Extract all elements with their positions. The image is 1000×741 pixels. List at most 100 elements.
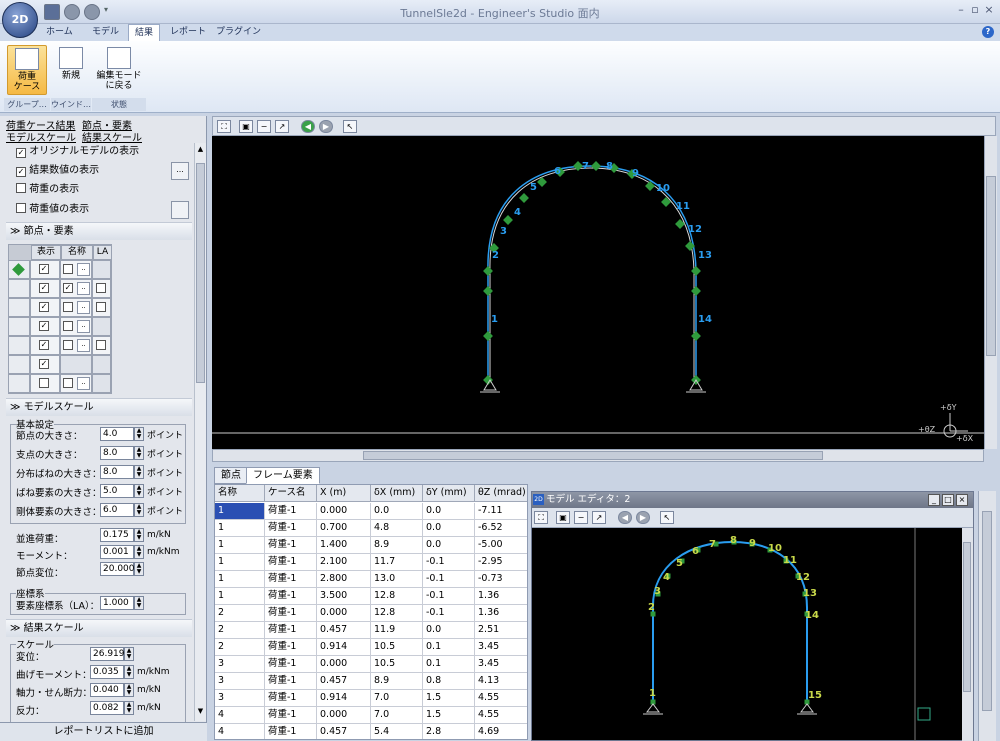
grid-cell[interactable]: 荷重-1 — [265, 622, 317, 639]
name-settings-button[interactable]: .. — [77, 320, 90, 333]
display-checkbox[interactable]: ✓ — [39, 359, 49, 369]
display-checkbox[interactable]: ✓ — [39, 302, 49, 312]
option-result-values[interactable]: ✓ 結果数値の表示 — [16, 162, 99, 180]
reaction-input[interactable]: 0.082 — [90, 701, 124, 715]
grid-cell[interactable]: 2 — [215, 622, 265, 639]
conc-load-spinner[interactable]: ▲ ▼ — [134, 528, 144, 542]
grid-cell[interactable]: 荷重-1 — [265, 554, 317, 571]
editor-grip-icon[interactable] — [917, 707, 931, 721]
node-size-spinner[interactable]: ▲ ▼ — [134, 427, 144, 441]
grid-cell[interactable]: 1.36 — [475, 605, 527, 622]
grid-cell[interactable]: 荷重-1 — [265, 656, 317, 673]
grid-cell[interactable]: 4.69 — [475, 724, 527, 739]
reaction-spinner[interactable]: ▲ ▼ — [124, 701, 134, 715]
option-load-display[interactable]: 荷重の表示 — [16, 181, 79, 199]
checkbox-load-display[interactable] — [16, 183, 26, 193]
spring-size-spinner[interactable]: ▲ ▼ — [134, 465, 144, 479]
tab-model[interactable]: モデル — [86, 24, 125, 41]
grid-cell[interactable]: 11.7 — [371, 554, 423, 571]
section-nodes-elements[interactable]: ≫ 節点・要素 — [6, 222, 192, 240]
node-marker[interactable] — [591, 161, 601, 171]
view-vscroll-thumb[interactable] — [986, 176, 996, 356]
grid-cell[interactable]: 1.36 — [475, 588, 527, 605]
grid-cell[interactable]: 12.8 — [371, 588, 423, 605]
grid-cell[interactable]: 1.5 — [423, 707, 475, 724]
name-checkbox[interactable] — [63, 340, 73, 350]
close-icon[interactable]: × — [982, 3, 996, 19]
name-settings-button[interactable]: .. — [77, 263, 90, 276]
grid-cell[interactable]: 0.8 — [423, 673, 475, 690]
editor-canvas[interactable]: 1234567 8 9 101112131415 — [532, 528, 962, 741]
node-marker[interactable] — [503, 215, 513, 225]
grid-header[interactable]: δX (mm) — [371, 485, 423, 502]
grid-cell[interactable]: 11.9 — [371, 622, 423, 639]
grid-cell[interactable]: 8.9 — [371, 537, 423, 554]
grid-cell[interactable]: 10.5 — [371, 656, 423, 673]
grid-cell[interactable]: 2.8 — [423, 724, 475, 739]
spring-size-input[interactable]: 8.0 — [100, 465, 134, 479]
node-marker[interactable] — [483, 286, 493, 296]
bending-input[interactable]: 0.035 — [90, 665, 124, 679]
node-disp-input[interactable]: 20.000 — [100, 562, 135, 576]
grid-cell[interactable]: 荷重-1 — [265, 503, 317, 520]
grid-header[interactable]: θZ (mrad) — [475, 485, 527, 502]
rigid-elem-size-spinner[interactable]: ▲ ▼ — [134, 503, 144, 517]
link-model-scale[interactable]: モデルスケール — [6, 129, 76, 144]
display-checkbox[interactable]: ✓ — [39, 340, 49, 350]
zoom-window-icon[interactable]: ▣ — [239, 120, 253, 133]
add-to-report-button[interactable]: レポートリストに追加 — [0, 722, 207, 741]
grid-cell[interactable]: 1 — [215, 537, 265, 554]
name-checkbox[interactable] — [63, 378, 73, 388]
support-size-spinner[interactable]: ▲ ▼ — [134, 446, 144, 460]
grid-cell[interactable]: -6.52 — [475, 520, 527, 537]
name-checkbox[interactable] — [63, 302, 73, 312]
grid-cell[interactable]: -0.1 — [423, 554, 475, 571]
node-marker[interactable] — [691, 286, 701, 296]
option-load-values[interactable]: 荷重値の表示 — [16, 201, 89, 219]
axial-shear-spinner[interactable]: ▲ ▼ — [124, 683, 134, 697]
help-icon[interactable]: ? — [982, 26, 994, 38]
grid-cell[interactable]: 1.5 — [423, 690, 475, 707]
grid-cell[interactable]: 0.0 — [423, 503, 475, 520]
la-checkbox[interactable] — [96, 340, 106, 350]
name-settings-button[interactable]: .. — [77, 377, 90, 390]
grid-cell[interactable]: 7.0 — [371, 707, 423, 724]
grid-cell[interactable]: 12.8 — [371, 605, 423, 622]
scroll-down-icon[interactable]: ▼ — [196, 707, 205, 717]
grid-cell[interactable]: -0.1 — [423, 571, 475, 588]
name-settings-button[interactable]: .. — [77, 339, 90, 352]
node-marker[interactable] — [661, 197, 671, 207]
grid-cell[interactable]: 4 — [215, 724, 265, 739]
grid-cell[interactable]: 0.0 — [423, 520, 475, 537]
name-settings-button[interactable]: .. — [77, 301, 90, 314]
display-checkbox[interactable]: ✓ — [39, 321, 49, 331]
grid-cell[interactable]: 荷重-1 — [265, 639, 317, 656]
grid-cell[interactable]: 4 — [215, 707, 265, 724]
grid-cell[interactable]: 2 — [215, 605, 265, 622]
grid-cell[interactable]: 荷重-1 — [265, 605, 317, 622]
grid-cell[interactable]: 2.51 — [475, 622, 527, 639]
grid-cell[interactable]: 4.8 — [371, 520, 423, 537]
name-checkbox[interactable] — [63, 321, 73, 331]
grid-header[interactable]: X (m) — [317, 485, 371, 502]
tab-report[interactable]: レポート — [164, 24, 212, 41]
grid-cell[interactable]: 2.800 — [317, 571, 371, 588]
editor-forward-icon[interactable]: ▶ — [636, 511, 650, 524]
display-checkbox[interactable] — [39, 378, 49, 388]
grid-cell[interactable]: 4.55 — [475, 690, 527, 707]
grid-cell[interactable]: 8.9 — [371, 673, 423, 690]
load-case-button[interactable]: 荷重 ケース — [7, 45, 47, 95]
grid-cell[interactable]: 13.0 — [371, 571, 423, 588]
grid-header[interactable]: ケース名 — [265, 485, 317, 502]
conc-load-input[interactable]: 0.175 — [100, 528, 134, 542]
tab-home[interactable]: ホーム — [40, 24, 79, 41]
grid-cell[interactable]: 0.457 — [317, 724, 371, 739]
section-model-scale[interactable]: ≫ モデルスケール — [6, 398, 192, 416]
grid-cell[interactable]: 1 — [215, 520, 265, 537]
la-checkbox[interactable] — [96, 302, 106, 312]
tab-frame-elements[interactable]: フレーム要素 — [246, 467, 320, 484]
node-marker[interactable] — [691, 331, 701, 341]
bending-spinner[interactable]: ▲ ▼ — [124, 665, 134, 679]
moment-input[interactable]: 0.001 — [100, 545, 134, 559]
editor-fit-icon[interactable]: ⛶ — [534, 511, 548, 524]
